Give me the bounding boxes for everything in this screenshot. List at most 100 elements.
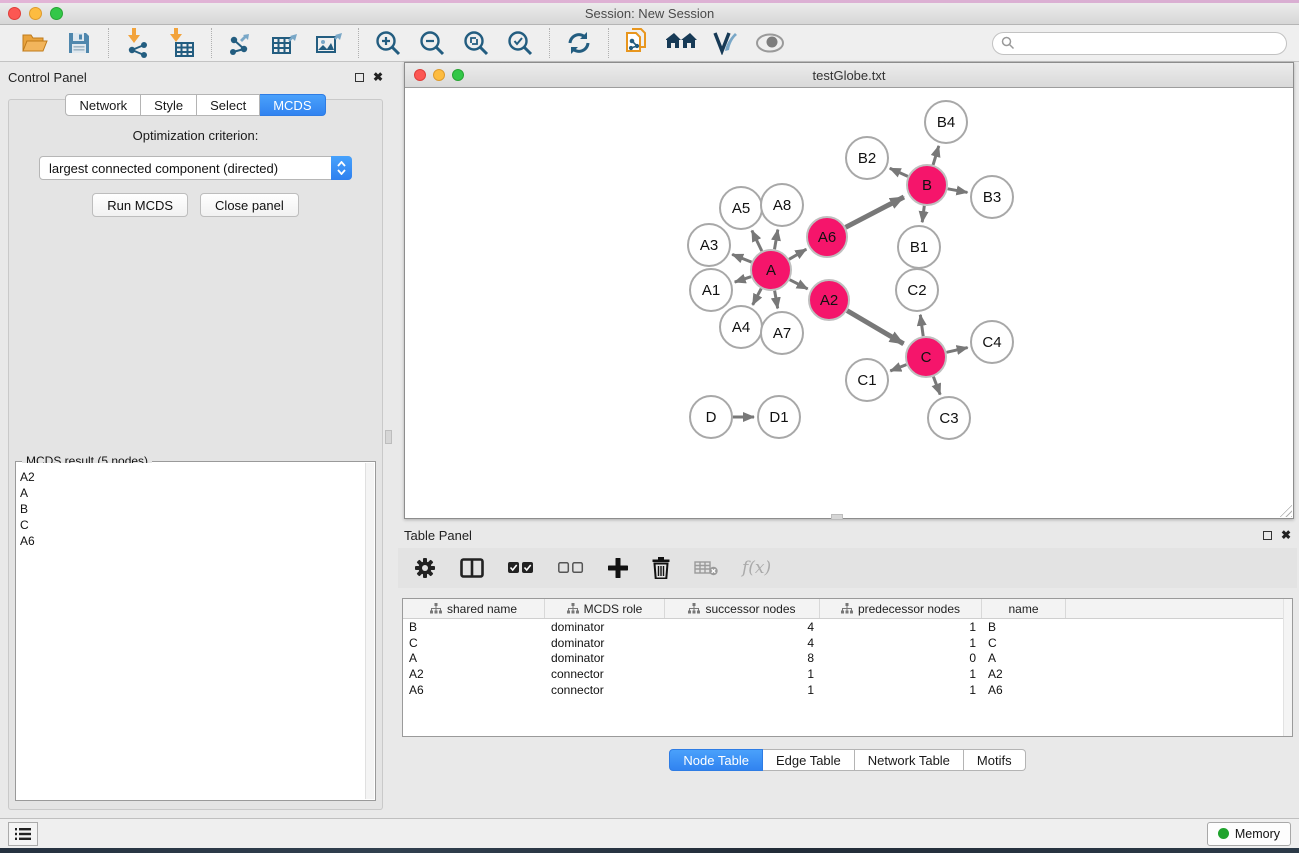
node-table-body[interactable]: Bdominator41BCdominator41CAdominator80AA… bbox=[403, 619, 1292, 697]
graph-edge[interactable] bbox=[775, 291, 778, 309]
export-image-icon[interactable] bbox=[312, 28, 346, 58]
zoom-window-button[interactable] bbox=[50, 7, 63, 20]
export-table-icon[interactable] bbox=[268, 28, 302, 58]
tab-node-table[interactable]: Node Table bbox=[669, 749, 763, 771]
table-cell[interactable]: A2 bbox=[982, 667, 1066, 681]
network-zoom-button[interactable] bbox=[452, 69, 464, 81]
column-header-shared-name[interactable]: shared name bbox=[403, 599, 545, 618]
table-cell[interactable]: 1 bbox=[820, 636, 982, 650]
tab-network-table[interactable]: Network Table bbox=[855, 749, 964, 771]
column-header-predecessor-nodes[interactable]: predecessor nodes bbox=[820, 599, 982, 618]
new-network-from-selection-icon[interactable] bbox=[621, 28, 655, 58]
tab-mcds[interactable]: MCDS bbox=[260, 94, 325, 116]
window-titlebar[interactable]: Session: New Session bbox=[0, 3, 1299, 25]
ndex-home-icon[interactable] bbox=[665, 28, 699, 58]
column-header-name[interactable]: name bbox=[982, 599, 1066, 618]
mcds-result-list[interactable]: A2ABCA6 bbox=[17, 463, 365, 799]
float-panel-icon[interactable] bbox=[355, 73, 364, 82]
table-cell[interactable]: 1 bbox=[665, 683, 820, 697]
graphics-details-eye-icon[interactable] bbox=[753, 28, 787, 58]
graph-edge[interactable] bbox=[948, 189, 968, 193]
select-all-columns-icon[interactable] bbox=[508, 562, 534, 574]
graph-edge[interactable] bbox=[933, 146, 939, 165]
network-close-button[interactable] bbox=[414, 69, 426, 81]
table-cell[interactable]: 1 bbox=[665, 667, 820, 681]
table-cell[interactable]: C bbox=[982, 636, 1066, 650]
graph-edge[interactable] bbox=[790, 280, 808, 289]
result-item[interactable]: A bbox=[20, 485, 365, 501]
graph-edge[interactable] bbox=[922, 206, 924, 222]
graph-edge[interactable] bbox=[753, 289, 762, 305]
table-cell[interactable]: A6 bbox=[403, 683, 545, 697]
table-row[interactable]: A2connector11A2 bbox=[403, 666, 1292, 682]
result-item[interactable]: C bbox=[20, 517, 365, 533]
apply-layout-icon[interactable] bbox=[562, 28, 596, 58]
table-cell[interactable]: 8 bbox=[665, 651, 820, 665]
export-network-icon[interactable] bbox=[224, 28, 258, 58]
graph-edge[interactable] bbox=[890, 168, 908, 176]
gear-icon[interactable] bbox=[414, 557, 436, 579]
table-cell[interactable]: 0 bbox=[820, 651, 982, 665]
function-builder-icon[interactable]: f(x) bbox=[742, 558, 771, 578]
add-icon[interactable] bbox=[608, 558, 628, 578]
minimize-window-button[interactable] bbox=[29, 7, 42, 20]
graph-edge[interactable] bbox=[933, 377, 940, 395]
unselect-all-columns-icon[interactable] bbox=[558, 562, 584, 574]
tab-edge-table[interactable]: Edge Table bbox=[763, 749, 855, 771]
task-history-button[interactable] bbox=[8, 822, 38, 846]
zoom-out-icon[interactable] bbox=[415, 28, 449, 58]
network-minimize-button[interactable] bbox=[433, 69, 445, 81]
result-item[interactable]: A2 bbox=[20, 469, 365, 485]
graph-edge[interactable] bbox=[890, 365, 906, 371]
table-scrollbar[interactable] bbox=[1283, 599, 1292, 736]
zoom-selected-icon[interactable] bbox=[503, 28, 537, 58]
delete-icon[interactable] bbox=[652, 557, 670, 579]
splitter-handle-horizontal[interactable] bbox=[831, 514, 843, 520]
table-cell[interactable]: B bbox=[982, 620, 1066, 634]
criterion-dropdown[interactable]: largest connected component (directed) bbox=[39, 156, 352, 180]
table-cell[interactable]: A2 bbox=[403, 667, 545, 681]
search-input[interactable] bbox=[992, 32, 1287, 55]
tab-network[interactable]: Network bbox=[65, 94, 141, 116]
table-cell[interactable]: C bbox=[403, 636, 545, 650]
network-window-titlebar[interactable]: testGlobe.txt bbox=[405, 63, 1293, 88]
graph-edge[interactable] bbox=[732, 254, 751, 262]
table-row[interactable]: A6connector11A6 bbox=[403, 682, 1292, 698]
network-canvas[interactable]: AA1A2A3A4A5A6A7A8BB1B2B3B4CC1C2C3C4DD1 bbox=[405, 88, 1293, 518]
open-file-icon[interactable] bbox=[18, 28, 52, 58]
column-header-successor-nodes[interactable]: successor nodes bbox=[665, 599, 820, 618]
close-panel-button[interactable]: Close panel bbox=[200, 193, 299, 217]
graph-edge[interactable] bbox=[946, 348, 967, 353]
graph-edge[interactable] bbox=[752, 231, 762, 252]
close-table-panel-icon[interactable]: ✖ bbox=[1281, 529, 1291, 541]
split-columns-icon[interactable] bbox=[460, 558, 484, 578]
table-cell[interactable]: 1 bbox=[820, 667, 982, 681]
close-window-button[interactable] bbox=[8, 7, 21, 20]
column-header-mcds-role[interactable]: MCDS role bbox=[545, 599, 665, 618]
table-cell[interactable]: connector bbox=[545, 667, 665, 681]
zoom-fit-icon[interactable] bbox=[459, 28, 493, 58]
table-cell[interactable]: dominator bbox=[545, 636, 665, 650]
memory-button[interactable]: Memory bbox=[1207, 822, 1291, 846]
splitter-handle-vertical[interactable] bbox=[385, 430, 392, 444]
delete-table-icon[interactable] bbox=[694, 560, 718, 576]
table-cell[interactable]: 4 bbox=[665, 620, 820, 634]
zoom-in-icon[interactable] bbox=[371, 28, 405, 58]
graph-edge[interactable] bbox=[775, 230, 778, 250]
result-scrollbar[interactable] bbox=[365, 463, 374, 799]
graph-edge[interactable] bbox=[847, 311, 903, 344]
save-session-icon[interactable] bbox=[62, 28, 96, 58]
float-table-panel-icon[interactable] bbox=[1263, 531, 1272, 540]
graph-edge[interactable] bbox=[920, 315, 923, 336]
table-row[interactable]: Cdominator41C bbox=[403, 635, 1292, 651]
close-panel-icon[interactable]: ✖ bbox=[373, 71, 383, 83]
result-item[interactable]: A6 bbox=[20, 533, 365, 549]
run-mcds-button[interactable]: Run MCDS bbox=[92, 193, 188, 217]
table-cell[interactable]: 1 bbox=[820, 683, 982, 697]
table-cell[interactable]: 1 bbox=[820, 620, 982, 634]
import-table-icon[interactable] bbox=[165, 28, 199, 58]
table-cell[interactable]: connector bbox=[545, 683, 665, 697]
tab-select[interactable]: Select bbox=[197, 94, 260, 116]
tab-motifs[interactable]: Motifs bbox=[964, 749, 1026, 771]
import-network-icon[interactable] bbox=[121, 28, 155, 58]
